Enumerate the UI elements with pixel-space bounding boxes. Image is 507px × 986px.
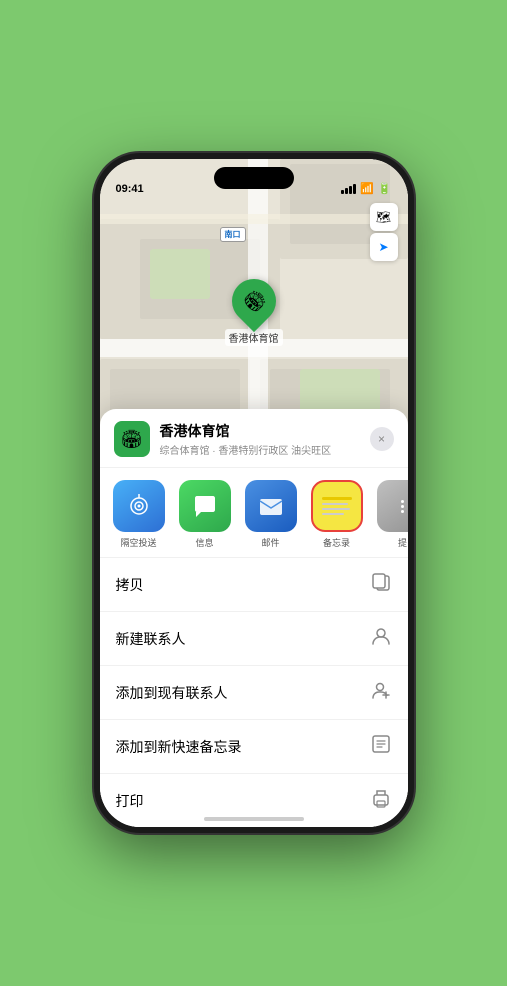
dynamic-island [214,167,294,189]
phone-frame: 09:41 📶 🔋 [94,153,414,833]
print-label: 打印 [116,791,144,811]
airdrop-label: 隔空投送 [120,536,156,549]
signal-icon [341,184,356,194]
marker-pin-inner: 🏟 [236,283,272,319]
stadium-icon: 🏟 [238,285,269,316]
status-icons: 📶 🔋 [341,182,391,195]
map-controls: 🗺 ➤ [370,203,398,261]
note-icon [370,733,392,760]
location-icon: ➤ [378,240,388,254]
more-icon [377,480,408,532]
close-button[interactable]: × [370,427,394,451]
new-contact-label: 新建联系人 [116,629,186,649]
add-existing-label: 添加到现有联系人 [116,683,228,703]
action-new-contact[interactable]: 新建联系人 [100,612,408,666]
location-info: 香港体育馆 综合体育馆 · 香港特别行政区 油尖旺区 [160,421,370,457]
close-icon: × [378,432,385,446]
marker-pin: 🏟 [222,270,284,332]
venue-icon: 🏟 [114,421,150,457]
action-add-existing[interactable]: 添加到现有联系人 [100,666,408,720]
share-item-mail[interactable]: 邮件 [242,480,300,549]
share-item-notes[interactable]: 备忘录 [308,480,366,549]
road-label: 南口 [220,227,246,242]
notes-label: 备忘录 [323,536,350,549]
location-desc: 综合体育馆 · 香港特别行政区 油尖旺区 [160,442,370,457]
action-list: 拷贝 新建联系人 [100,558,408,827]
print-icon [370,787,392,814]
action-add-note[interactable]: 添加到新快速备忘录 [100,720,408,774]
wifi-icon: 📶 [360,182,374,195]
notes-lines [314,489,360,523]
map-type-button[interactable]: 🗺 [370,203,398,231]
copy-icon [370,571,392,598]
add-note-label: 添加到新快速备忘录 [116,737,242,757]
messages-icon [179,480,231,532]
share-item-messages[interactable]: 信息 [176,480,234,549]
notes-icon [311,480,363,532]
location-marker: 🏟 香港体育馆 [225,279,283,346]
person-icon [370,625,392,652]
airdrop-icon [113,480,165,532]
copy-label: 拷贝 [116,575,144,595]
share-item-airdrop[interactable]: 隔空投送 [110,480,168,549]
home-indicator [204,817,304,821]
location-header: 🏟 香港体育馆 综合体育馆 · 香港特别行政区 油尖旺区 × [100,409,408,468]
phone-screen: 09:41 📶 🔋 [100,159,408,827]
map-type-icon: 🗺 [376,210,391,224]
more-dots [401,500,404,513]
share-item-more[interactable]: 提 [374,480,408,549]
location-button[interactable]: ➤ [370,233,398,261]
battery-icon: 🔋 [378,182,392,195]
share-row: 隔空投送 信息 [100,468,408,558]
mail-icon [245,480,297,532]
location-name: 香港体育馆 [160,421,370,441]
more-label: 提 [398,536,407,549]
mail-label: 邮件 [261,536,279,549]
bottom-sheet: 🏟 香港体育馆 综合体育馆 · 香港特别行政区 油尖旺区 × [100,409,408,827]
person-add-icon [370,679,392,706]
action-copy[interactable]: 拷贝 [100,558,408,612]
messages-label: 信息 [195,536,213,549]
